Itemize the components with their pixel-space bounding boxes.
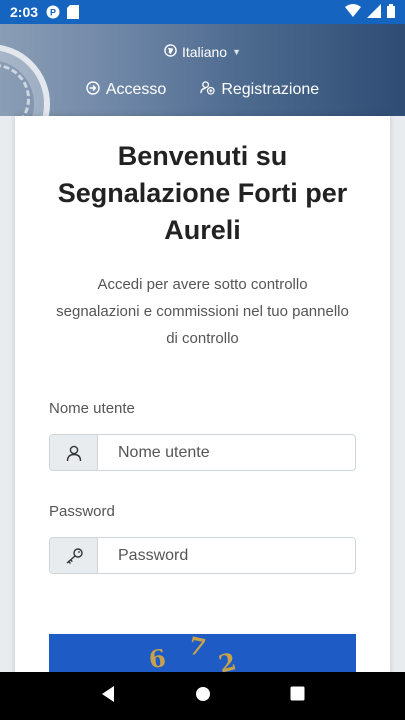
add-user-icon: [200, 80, 215, 100]
battery-icon: [387, 3, 395, 21]
back-button[interactable]: [100, 685, 116, 708]
system-nav-bar: [0, 672, 405, 720]
wifi-icon: [345, 3, 361, 21]
home-button[interactable]: [195, 686, 211, 707]
app-notification-icon: P: [46, 5, 60, 19]
password-label: Password: [49, 503, 115, 520]
user-icon: [50, 435, 98, 470]
page-subtitle: Accedi per avere sotto controllo segnala…: [56, 276, 349, 347]
sd-card-icon: [66, 5, 80, 19]
nav-register-label: Registrazione: [221, 81, 320, 98]
nav-login-label: Accesso: [105, 81, 167, 98]
nav-register-link[interactable]: Registrazione: [200, 80, 319, 100]
username-field: [49, 434, 356, 471]
chevron-down-icon: ▼: [232, 47, 242, 57]
header-banner: Italiano ▼ Accesso Registrazione: [0, 24, 405, 116]
key-icon: [50, 538, 98, 573]
language-selector[interactable]: Italiano ▼: [0, 44, 405, 60]
captcha-char: 6: [147, 642, 168, 675]
password-input[interactable]: [98, 538, 355, 573]
language-label: Italiano: [181, 44, 228, 60]
signal-icon: [367, 3, 381, 21]
captcha-image: 6 7 2: [49, 634, 356, 676]
auth-nav: Accesso Registrazione: [0, 80, 405, 100]
nav-login-link[interactable]: Accesso: [86, 80, 166, 100]
login-icon: [86, 80, 100, 100]
status-bar: 2:03 P: [0, 0, 405, 24]
page-title: Benvenuti su Segnalazione Forti per Aure…: [57, 141, 348, 245]
recents-button[interactable]: [290, 686, 305, 706]
status-time: 2:03: [10, 4, 39, 20]
username-label: Nome utente: [49, 400, 135, 417]
login-card: Benvenuti su Segnalazione Forti per Aure…: [15, 116, 390, 676]
username-input[interactable]: [98, 435, 355, 470]
password-field: [49, 537, 356, 574]
svg-text:P: P: [50, 8, 56, 18]
captcha-char: 7: [186, 634, 209, 663]
globe-icon: [164, 44, 177, 60]
